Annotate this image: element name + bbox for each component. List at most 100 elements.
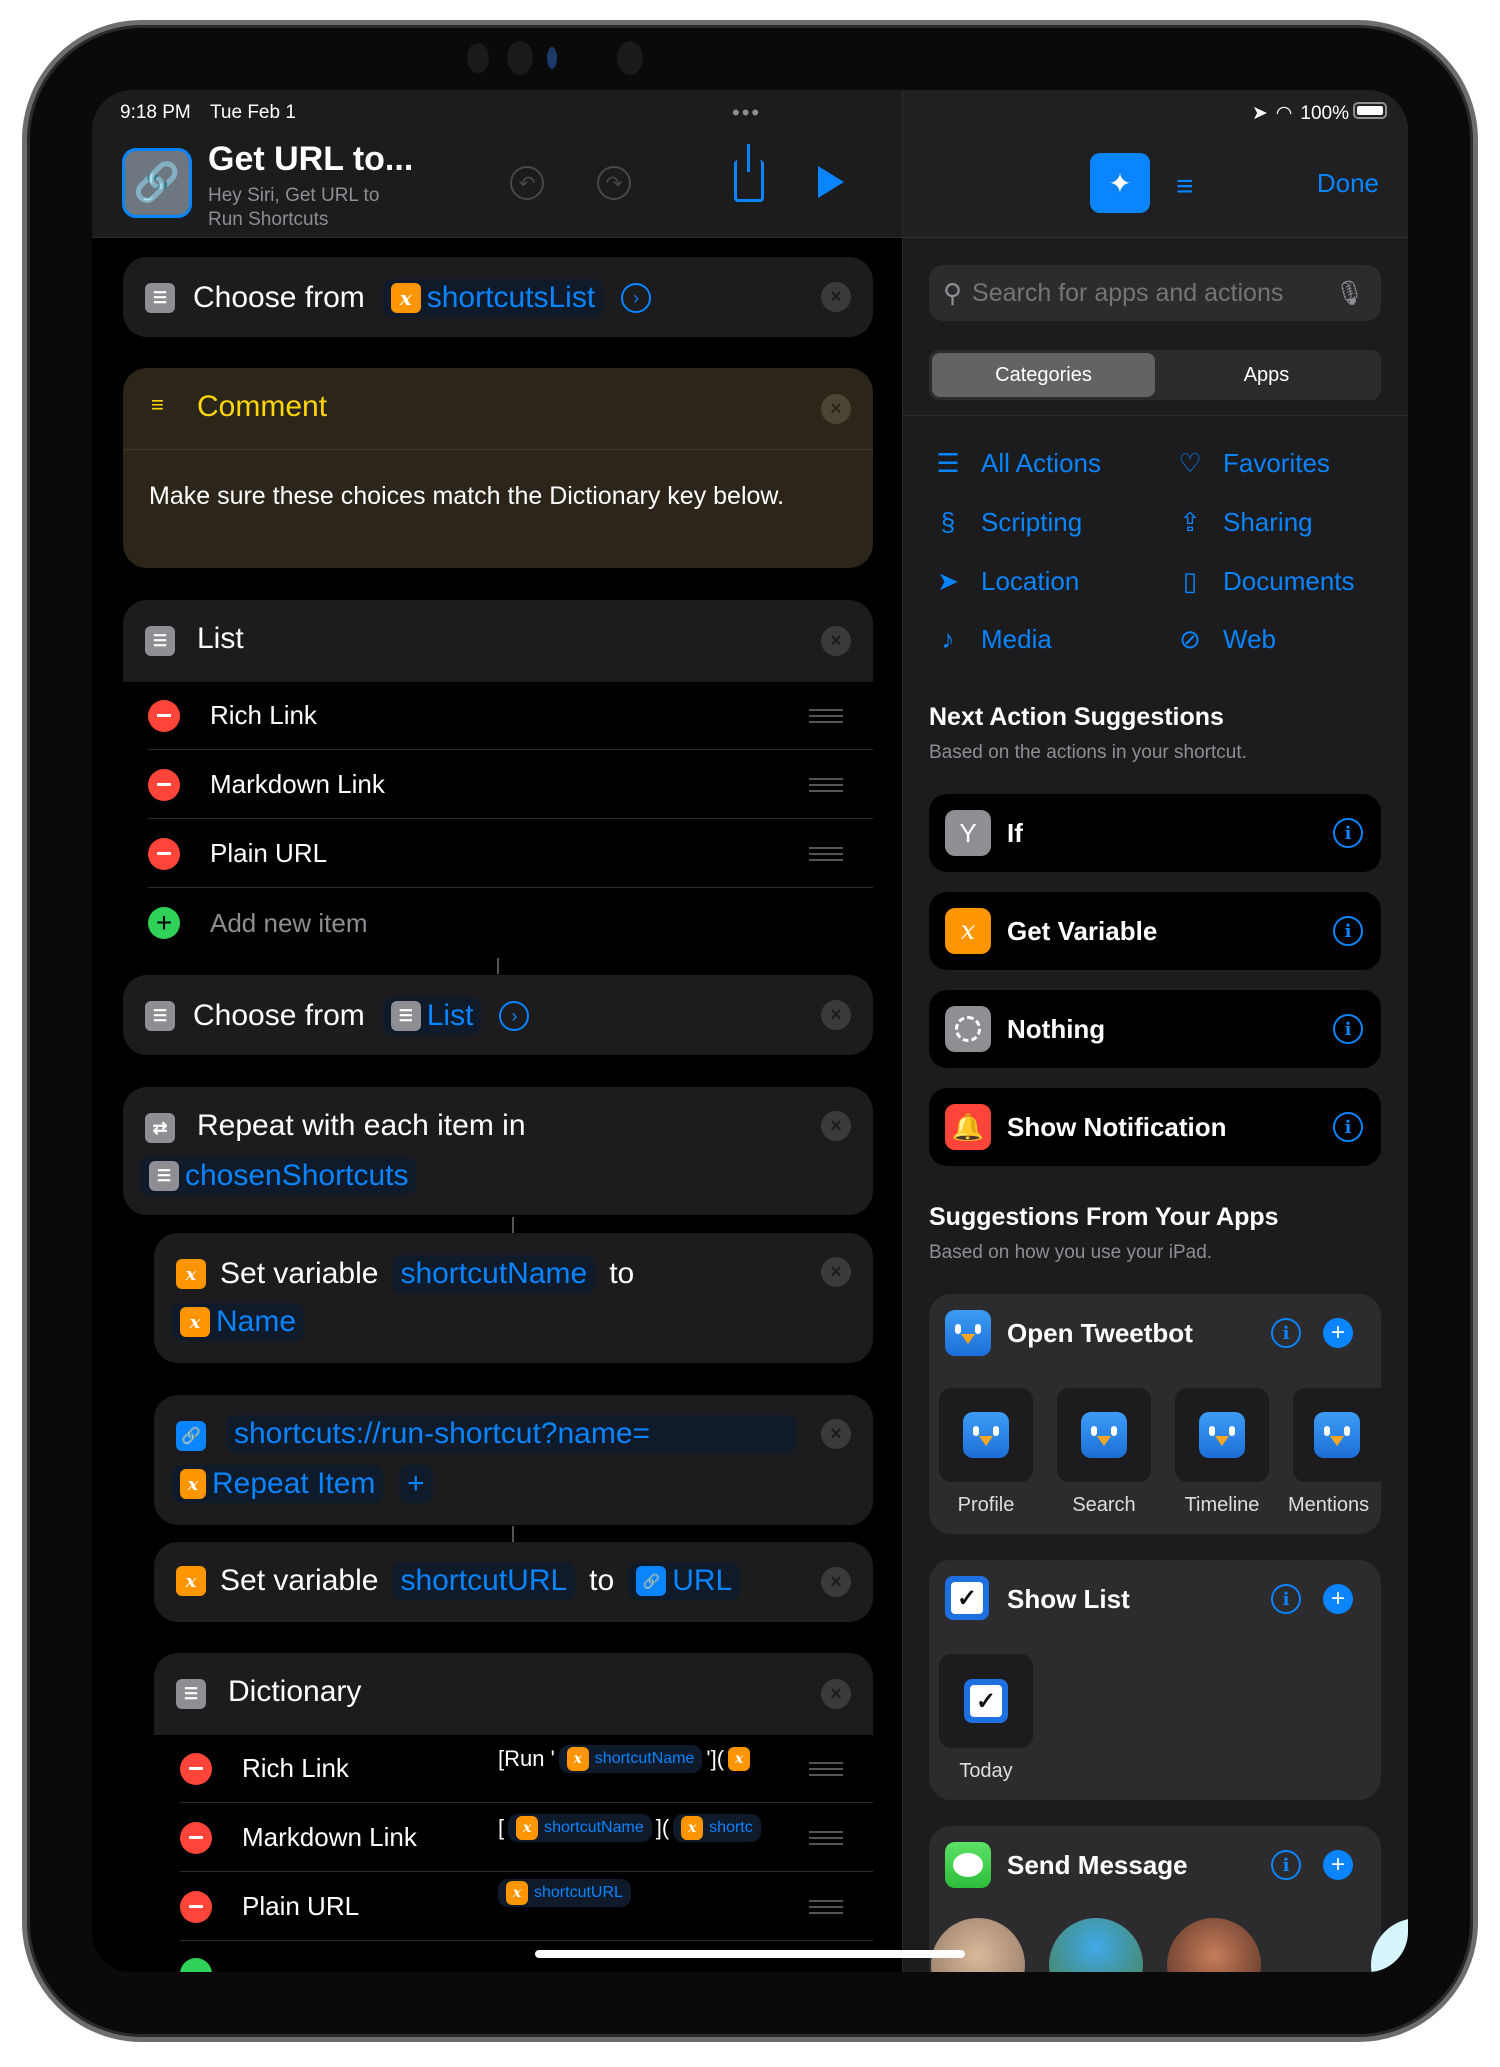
dictionary-key[interactable]: Rich Link	[242, 1753, 492, 1784]
remove-action-button[interactable]: ×	[821, 626, 851, 656]
category-sharing[interactable]: ⇪ Sharing	[1175, 507, 1313, 538]
list-item-label[interactable]: Plain URL	[210, 838, 327, 869]
comment-text[interactable]: Make sure these choices match the Dictio…	[149, 482, 784, 511]
category-favorites[interactable]: ♡ Favorites	[1175, 448, 1330, 479]
search-input[interactable]	[972, 278, 1335, 308]
add-action-button[interactable]: +	[1323, 1850, 1353, 1880]
variable-name-token[interactable]: shortcutURL	[392, 1562, 576, 1600]
url-text-field[interactable]: shortcuts://run-shortcut?name=	[226, 1415, 796, 1453]
set-variable-action[interactable]: x Set variable shortcutURL to 🔗 URL ×	[154, 1542, 873, 1622]
reorder-handle-icon[interactable]	[809, 709, 843, 723]
variable-token[interactable]: 🔗 URL	[628, 1562, 741, 1600]
run-play-icon[interactable]	[818, 166, 844, 198]
add-action-button[interactable]: +	[1323, 1584, 1353, 1614]
variable-token[interactable]: x shortcutsList	[382, 279, 604, 317]
shortcut-icon-link[interactable]: 🔗	[122, 148, 192, 218]
expand-chevron-icon[interactable]: ›	[499, 1001, 530, 1031]
info-icon[interactable]: i	[1271, 1850, 1301, 1880]
settings-sliders-icon[interactable]: ≡	[1176, 170, 1194, 204]
info-icon[interactable]: i	[1271, 1318, 1301, 1348]
dictionary-row[interactable]: Markdown Link [x shortcutName](x shortc	[180, 1804, 873, 1872]
delete-item-icon[interactable]	[148, 768, 180, 801]
category-media[interactable]: ♪ Media	[933, 624, 1052, 655]
showlist-today-tile[interactable]: ✓	[939, 1654, 1033, 1748]
variable-name-token[interactable]: shortcutName	[392, 1255, 596, 1293]
microphone-icon[interactable]: 🎙	[1335, 279, 1365, 308]
delete-item-icon[interactable]	[180, 1890, 212, 1923]
dictionary-key[interactable]: Plain URL	[242, 1891, 492, 1922]
list-item[interactable]: Markdown Link	[148, 751, 873, 819]
remove-action-button[interactable]: ×	[821, 1000, 851, 1030]
suggestion-get-variable[interactable]: x Get Variable i	[929, 892, 1381, 970]
remove-action-button[interactable]: ×	[821, 394, 851, 424]
done-button[interactable]: Done	[1317, 168, 1379, 199]
info-icon[interactable]: i	[1333, 1112, 1363, 1142]
delete-item-icon[interactable]	[148, 699, 180, 732]
reorder-handle-icon[interactable]	[809, 1762, 843, 1776]
remove-action-button[interactable]: ×	[821, 282, 851, 312]
tweetbot-search-tile[interactable]	[1057, 1388, 1151, 1482]
suggestion-nothing[interactable]: Nothing i	[929, 990, 1381, 1068]
choose-from-action[interactable]: ☰ Choose from x shortcutsList › ×	[123, 257, 873, 337]
delete-item-icon[interactable]	[148, 837, 180, 870]
reorder-handle-icon[interactable]	[809, 847, 843, 861]
action-library-icon[interactable]: ✦	[1090, 153, 1150, 213]
delete-item-icon[interactable]	[180, 1821, 212, 1854]
add-action-button[interactable]: +	[1323, 1318, 1353, 1348]
dictionary-row[interactable]: Rich Link [Run ' x shortcutName '](x	[180, 1735, 873, 1803]
list-item[interactable]: Plain URL	[148, 820, 873, 888]
tweetbot-mentions-tile[interactable]	[1293, 1388, 1381, 1482]
list-item-label[interactable]: Markdown Link	[210, 769, 385, 800]
suggestion-show-notification[interactable]: 🔔 Show Notification i	[929, 1088, 1381, 1166]
list-item[interactable]: Rich Link	[148, 682, 873, 750]
category-location[interactable]: ➤ Location	[933, 566, 1079, 597]
comment-action[interactable]: ≡ Comment × Make sure these choices matc…	[123, 368, 873, 568]
tweetbot-timeline-tile[interactable]	[1175, 1388, 1269, 1482]
add-item-icon[interactable]	[180, 1958, 212, 1972]
info-icon[interactable]: i	[1271, 1584, 1301, 1614]
add-item-label[interactable]: Add new item	[210, 908, 368, 939]
variable-token[interactable]: ☰ List	[382, 997, 482, 1035]
segment-apps[interactable]: Apps	[1155, 353, 1378, 397]
add-item-row[interactable]: + Add new item	[148, 889, 873, 957]
dictionary-row[interactable]: Plain URL x shortcutURL	[180, 1873, 873, 1941]
choose-from-action[interactable]: ☰ Choose from ☰ List › ×	[123, 975, 873, 1055]
dictionary-action-header[interactable]: ☰ Dictionary ×	[154, 1653, 873, 1735]
list-item-label[interactable]: Rich Link	[210, 700, 317, 731]
dictionary-value[interactable]: [Run ' x shortcutName '](x	[498, 1745, 788, 1773]
redo-icon[interactable]: ↷	[597, 166, 631, 200]
segment-categories[interactable]: Categories	[932, 353, 1155, 397]
remove-action-button[interactable]: ×	[821, 1257, 851, 1287]
search-field[interactable]: ⚲ 🎙	[929, 265, 1381, 321]
remove-action-button[interactable]: ×	[821, 1419, 851, 1449]
category-web[interactable]: ⊘ Web	[1175, 624, 1276, 655]
variable-token[interactable]: x Name	[172, 1303, 305, 1341]
category-all-actions[interactable]: ☰ All Actions	[933, 448, 1101, 479]
reorder-handle-icon[interactable]	[809, 778, 843, 792]
suggestion-if[interactable]: Y If i	[929, 794, 1381, 872]
add-url-button[interactable]: +	[399, 1465, 433, 1503]
undo-icon[interactable]: ↶	[510, 166, 544, 200]
reorder-handle-icon[interactable]	[809, 1831, 843, 1845]
app-action-title[interactable]: Show List	[1007, 1584, 1130, 1615]
info-icon[interactable]: i	[1333, 916, 1363, 946]
list-action-header[interactable]: ☰ List ×	[123, 600, 873, 682]
set-variable-action[interactable]: x Set variable shortcutName to x Name ×	[154, 1233, 873, 1363]
dictionary-value[interactable]: [x shortcutName](x shortc	[498, 1814, 788, 1842]
home-indicator[interactable]	[535, 1950, 965, 1958]
delete-item-icon[interactable]	[180, 1752, 212, 1785]
multitasking-dots-icon[interactable]: •••	[732, 100, 761, 126]
remove-action-button[interactable]: ×	[821, 1567, 851, 1597]
dictionary-key[interactable]: Markdown Link	[242, 1822, 492, 1853]
share-icon[interactable]	[734, 144, 764, 202]
app-action-title[interactable]: Open Tweetbot	[1007, 1318, 1193, 1349]
variable-token[interactable]: x Repeat Item	[172, 1465, 384, 1503]
info-icon[interactable]: i	[1333, 1014, 1363, 1044]
dictionary-value[interactable]: x shortcutURL	[498, 1879, 631, 1907]
remove-action-button[interactable]: ×	[821, 1111, 851, 1141]
category-scripting[interactable]: § Scripting	[933, 507, 1082, 538]
app-action-title[interactable]: Send Message	[1007, 1850, 1188, 1881]
info-icon[interactable]: i	[1333, 818, 1363, 848]
repeat-action[interactable]: ⇄ Repeat with each item in ☰ chosenShortc…	[123, 1087, 873, 1215]
variable-token[interactable]: ☰ chosenShortcuts	[141, 1157, 417, 1195]
